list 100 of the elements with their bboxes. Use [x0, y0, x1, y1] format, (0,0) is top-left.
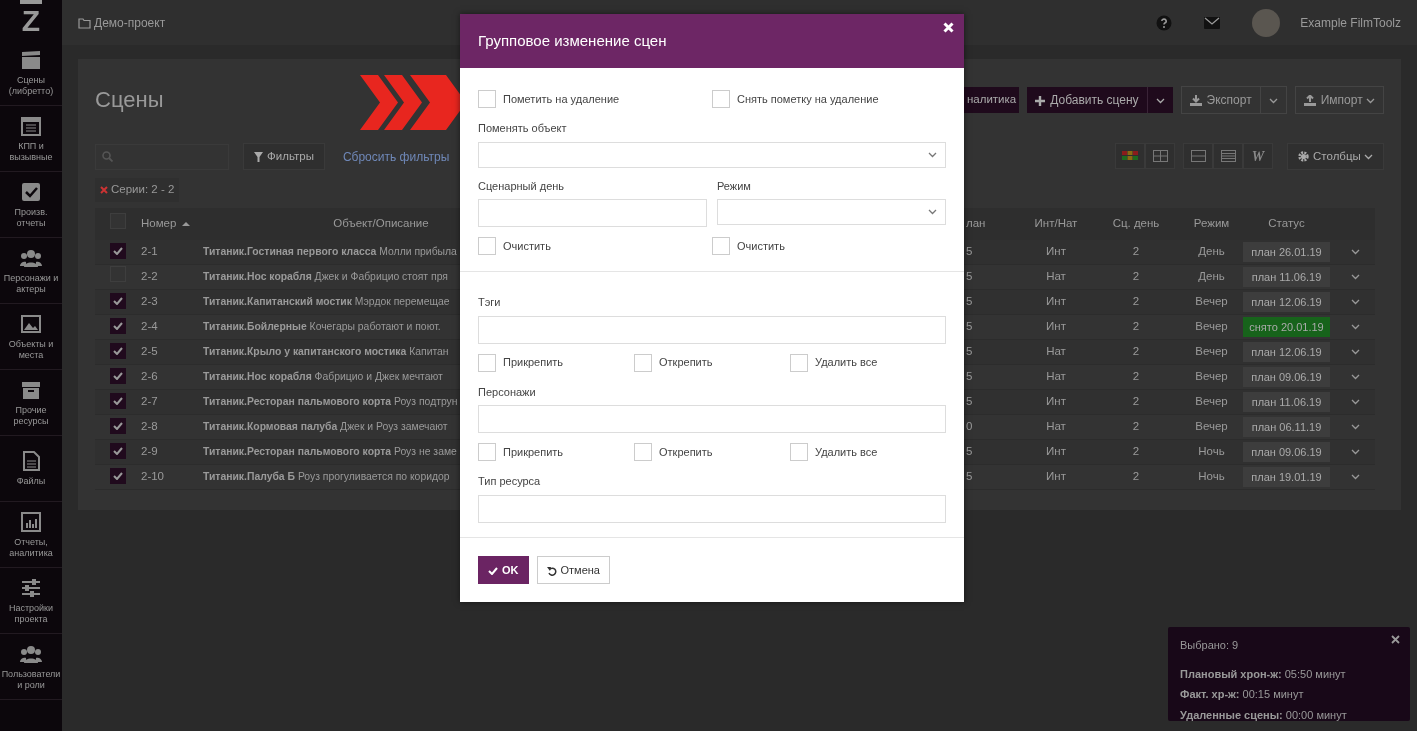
column-header[interactable]: Сц. день	[1112, 216, 1160, 229]
dropdown-toggle-button[interactable]	[1146, 87, 1173, 113]
folder-icon	[78, 16, 92, 29]
list-view-button[interactable]	[1213, 143, 1244, 169]
status-badge: план 11.06.19	[1243, 266, 1330, 288]
sidebar-item[interactable]: КПП и вызывные	[0, 106, 62, 172]
people-icon	[20, 247, 42, 270]
table-cell: 5	[966, 295, 973, 308]
checkbox-icon	[20, 181, 42, 204]
checkbox[interactable]	[109, 368, 126, 385]
checkbox[interactable]	[109, 293, 126, 310]
status-badge: план 06.11.19	[1243, 416, 1330, 438]
checkmark-icon	[112, 347, 123, 356]
checkbox[interactable]	[109, 243, 126, 260]
select-field[interactable]	[717, 199, 946, 225]
sidebar-item[interactable]: Прочие ресурсы	[0, 370, 62, 436]
column-header[interactable]: Статус	[1268, 216, 1305, 229]
input-field[interactable]	[478, 405, 946, 433]
table-cell: Ночь	[1198, 445, 1225, 458]
checkbox[interactable]	[109, 318, 126, 335]
checkbox[interactable]	[109, 393, 126, 410]
status-badge: план 09.06.19	[1243, 441, 1330, 463]
field-label: Поменять объект	[478, 121, 568, 136]
summary-line: Удаленные сцены: 00:00 минут	[1180, 707, 1347, 723]
close-icon[interactable]	[1391, 635, 1400, 644]
select-field[interactable]	[478, 141, 946, 168]
checkbox[interactable]	[109, 443, 126, 460]
input-field[interactable]	[478, 199, 707, 227]
user-name[interactable]: Example FilmToolz	[1300, 13, 1401, 32]
cancel-button[interactable]: Отмена	[536, 555, 610, 584]
checkmark-icon	[112, 397, 123, 406]
sidebar-item[interactable]: Объекты и места	[0, 304, 62, 370]
breadcrumb-link[interactable]: Демо-проект	[94, 13, 166, 32]
plus-icon	[1035, 95, 1046, 106]
sidebar-item[interactable]: Персонажи и актеры	[0, 238, 62, 304]
checkbox-label: Удалить все	[815, 355, 878, 371]
text-view-button[interactable]: W	[1243, 143, 1274, 169]
table-cell: День	[1198, 245, 1225, 258]
sidebar-item[interactable]: Отчеты, аналитика	[0, 502, 62, 568]
ok-button[interactable]: OK	[478, 555, 529, 584]
grid-view-button[interactable]	[1145, 143, 1176, 169]
help-icon	[1156, 14, 1173, 31]
dropdown-toggle-button[interactable]	[1260, 86, 1287, 114]
checkbox[interactable]	[109, 343, 126, 360]
input-field[interactable]	[478, 494, 946, 523]
logo[interactable]: Z	[20, 0, 42, 40]
checkmark-icon	[112, 247, 123, 256]
checkmark-icon	[112, 372, 123, 381]
download-icon	[1189, 95, 1202, 107]
table-cell: 0	[966, 420, 973, 433]
remove-icon	[100, 185, 108, 194]
scene-description: Титаник.Ресторан пальмового корта Роуз не заме	[203, 446, 457, 458]
checkmark-icon	[112, 422, 123, 431]
table-cell: 2	[1132, 345, 1140, 358]
sidebar-item[interactable]: Файлы	[0, 436, 62, 502]
sidebar-item[interactable]: Произв. отчеты	[0, 172, 62, 238]
sidebar-item[interactable]: Настройки проекта	[0, 568, 62, 634]
status-badge: план 19.01.19	[1243, 466, 1330, 488]
checkbox-label: Открепить	[659, 355, 713, 371]
caret-icon	[1155, 97, 1165, 104]
table-cell: Нат	[1046, 420, 1066, 433]
color-view-button[interactable]	[1115, 143, 1146, 169]
scene-description: Титаник.Нос корабля Фабрицио и Джек мечтают	[203, 371, 443, 383]
table-cell: Инт	[1046, 395, 1066, 408]
search-icon	[102, 151, 113, 163]
columns-button[interactable]: Столбцы	[1287, 143, 1384, 171]
scene-number: 2-5	[141, 345, 158, 358]
column-header[interactable]: Объект/Описание	[333, 216, 429, 229]
filters-button[interactable]: Фильтры	[243, 143, 325, 171]
checkbox[interactable]	[109, 468, 126, 485]
scene-number: 2-8	[141, 420, 158, 433]
reset-filters-link[interactable]: Сбросить фильтры	[342, 147, 450, 166]
column-header[interactable]: лан	[966, 216, 986, 229]
checkbox-label: Удалить все	[815, 444, 878, 460]
table-cell: Нат	[1046, 270, 1066, 283]
scene-number: 2-2	[141, 270, 158, 283]
scene-number: 2-1	[141, 245, 158, 258]
sidebar-item[interactable]: Пользователи и роли	[0, 634, 62, 700]
table-cell: Инт	[1046, 320, 1066, 333]
row-view-button[interactable]	[1183, 143, 1214, 169]
filter-chip[interactable]: Серии: 2 - 2	[95, 178, 180, 202]
selection-count: Выбрано: 9	[1180, 638, 1239, 653]
table-cell: Инт	[1046, 445, 1066, 458]
import-button[interactable]: Импорт	[1294, 86, 1384, 114]
color-grid-icon	[1122, 151, 1139, 161]
search-field[interactable]	[95, 143, 229, 170]
bar-chart-icon	[20, 511, 42, 534]
caret-icon	[1364, 153, 1373, 160]
avatar[interactable]	[1252, 8, 1281, 37]
caret-icon	[1350, 424, 1360, 431]
check-icon	[488, 566, 498, 575]
table-cell: 5	[966, 270, 973, 283]
export-button[interactable]: Экспорт	[1180, 86, 1261, 114]
checkbox[interactable]	[109, 418, 126, 435]
input-field[interactable]	[478, 315, 946, 344]
sidebar-item[interactable]: Сцены (либретто)	[0, 40, 62, 106]
add-scene-button[interactable]: Добавить сцену	[1027, 87, 1147, 113]
page-title: Сцены	[95, 86, 164, 114]
table-cell: 5	[966, 245, 973, 258]
status-badge: план 12.06.19	[1243, 341, 1330, 363]
